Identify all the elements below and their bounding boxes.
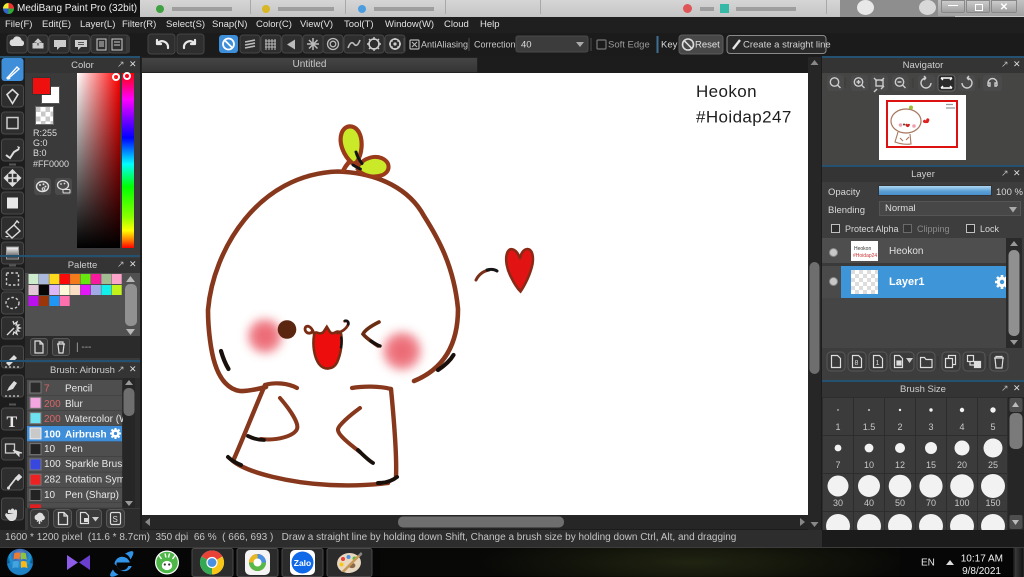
svg-text:1: 1 [876, 360, 880, 367]
svg-text:40: 40 [864, 498, 874, 508]
svg-text:100: 100 [44, 459, 61, 470]
svg-text:10: 10 [864, 460, 874, 470]
svg-text:7: 7 [44, 384, 50, 395]
svg-text:25: 25 [988, 460, 998, 470]
svg-text:S: S [113, 515, 118, 524]
svg-text:EN: EN [921, 558, 935, 569]
svg-text:4: 4 [959, 422, 964, 432]
svg-text:2: 2 [897, 422, 902, 432]
svg-text:1.5: 1.5 [863, 422, 876, 432]
svg-text:5: 5 [990, 422, 995, 432]
svg-text:Pencil: Pencil [65, 384, 92, 395]
svg-text:#Hoidap24: #Hoidap24 [853, 253, 877, 259]
svg-text:8: 8 [855, 360, 859, 367]
svg-text:Reset: Reset [695, 40, 720, 51]
svg-text:50: 50 [895, 498, 905, 508]
svg-text:Heokon: Heokon [854, 246, 871, 252]
svg-text:15: 15 [926, 460, 936, 470]
svg-text:100: 100 [954, 498, 969, 508]
svg-text:12: 12 [895, 460, 905, 470]
svg-text:200: 200 [44, 399, 61, 410]
svg-text:10: 10 [44, 490, 56, 501]
svg-text:100: 100 [44, 430, 61, 441]
svg-text:Key: Key [661, 40, 678, 51]
svg-text:Soft Edge: Soft Edge [608, 40, 650, 51]
svg-text:Create a straight line: Create a straight line [743, 40, 831, 51]
svg-text:7: 7 [835, 460, 840, 470]
svg-text:150: 150 [985, 498, 1000, 508]
svg-text:9/8/2021: 9/8/2021 [962, 566, 1001, 577]
svg-text:70: 70 [926, 498, 936, 508]
svg-text:Zalo: Zalo [294, 558, 311, 568]
svg-text:T: T [7, 414, 18, 431]
svg-text:#Hoidap247: #Hoidap247 [696, 108, 792, 127]
svg-text:Sparkle Brush: Sparkle Brush [65, 459, 128, 470]
svg-text:Pen: Pen [65, 444, 83, 455]
svg-text:Airbrush: Airbrush [65, 430, 107, 441]
svg-text:Heokon: Heokon [696, 82, 757, 101]
svg-text:3: 3 [928, 422, 933, 432]
svg-text:30: 30 [833, 498, 843, 508]
svg-text:Correction: Correction [474, 40, 516, 50]
svg-text:20: 20 [957, 460, 967, 470]
svg-text:AntiAliasing: AntiAliasing [421, 40, 468, 50]
svg-text:10:17 AM: 10:17 AM [961, 554, 1003, 565]
svg-text:200: 200 [44, 414, 61, 425]
svg-text:Rotation Sym: Rotation Sym [65, 475, 125, 486]
svg-text:Blur: Blur [65, 399, 83, 410]
svg-text:40: 40 [521, 40, 532, 51]
svg-text:Pen (Sharp): Pen (Sharp) [65, 490, 119, 501]
svg-text:Watercolor (W: Watercolor (W [65, 414, 129, 425]
svg-text:10: 10 [44, 444, 56, 455]
svg-text:282: 282 [44, 475, 61, 486]
svg-text:1: 1 [835, 422, 840, 432]
